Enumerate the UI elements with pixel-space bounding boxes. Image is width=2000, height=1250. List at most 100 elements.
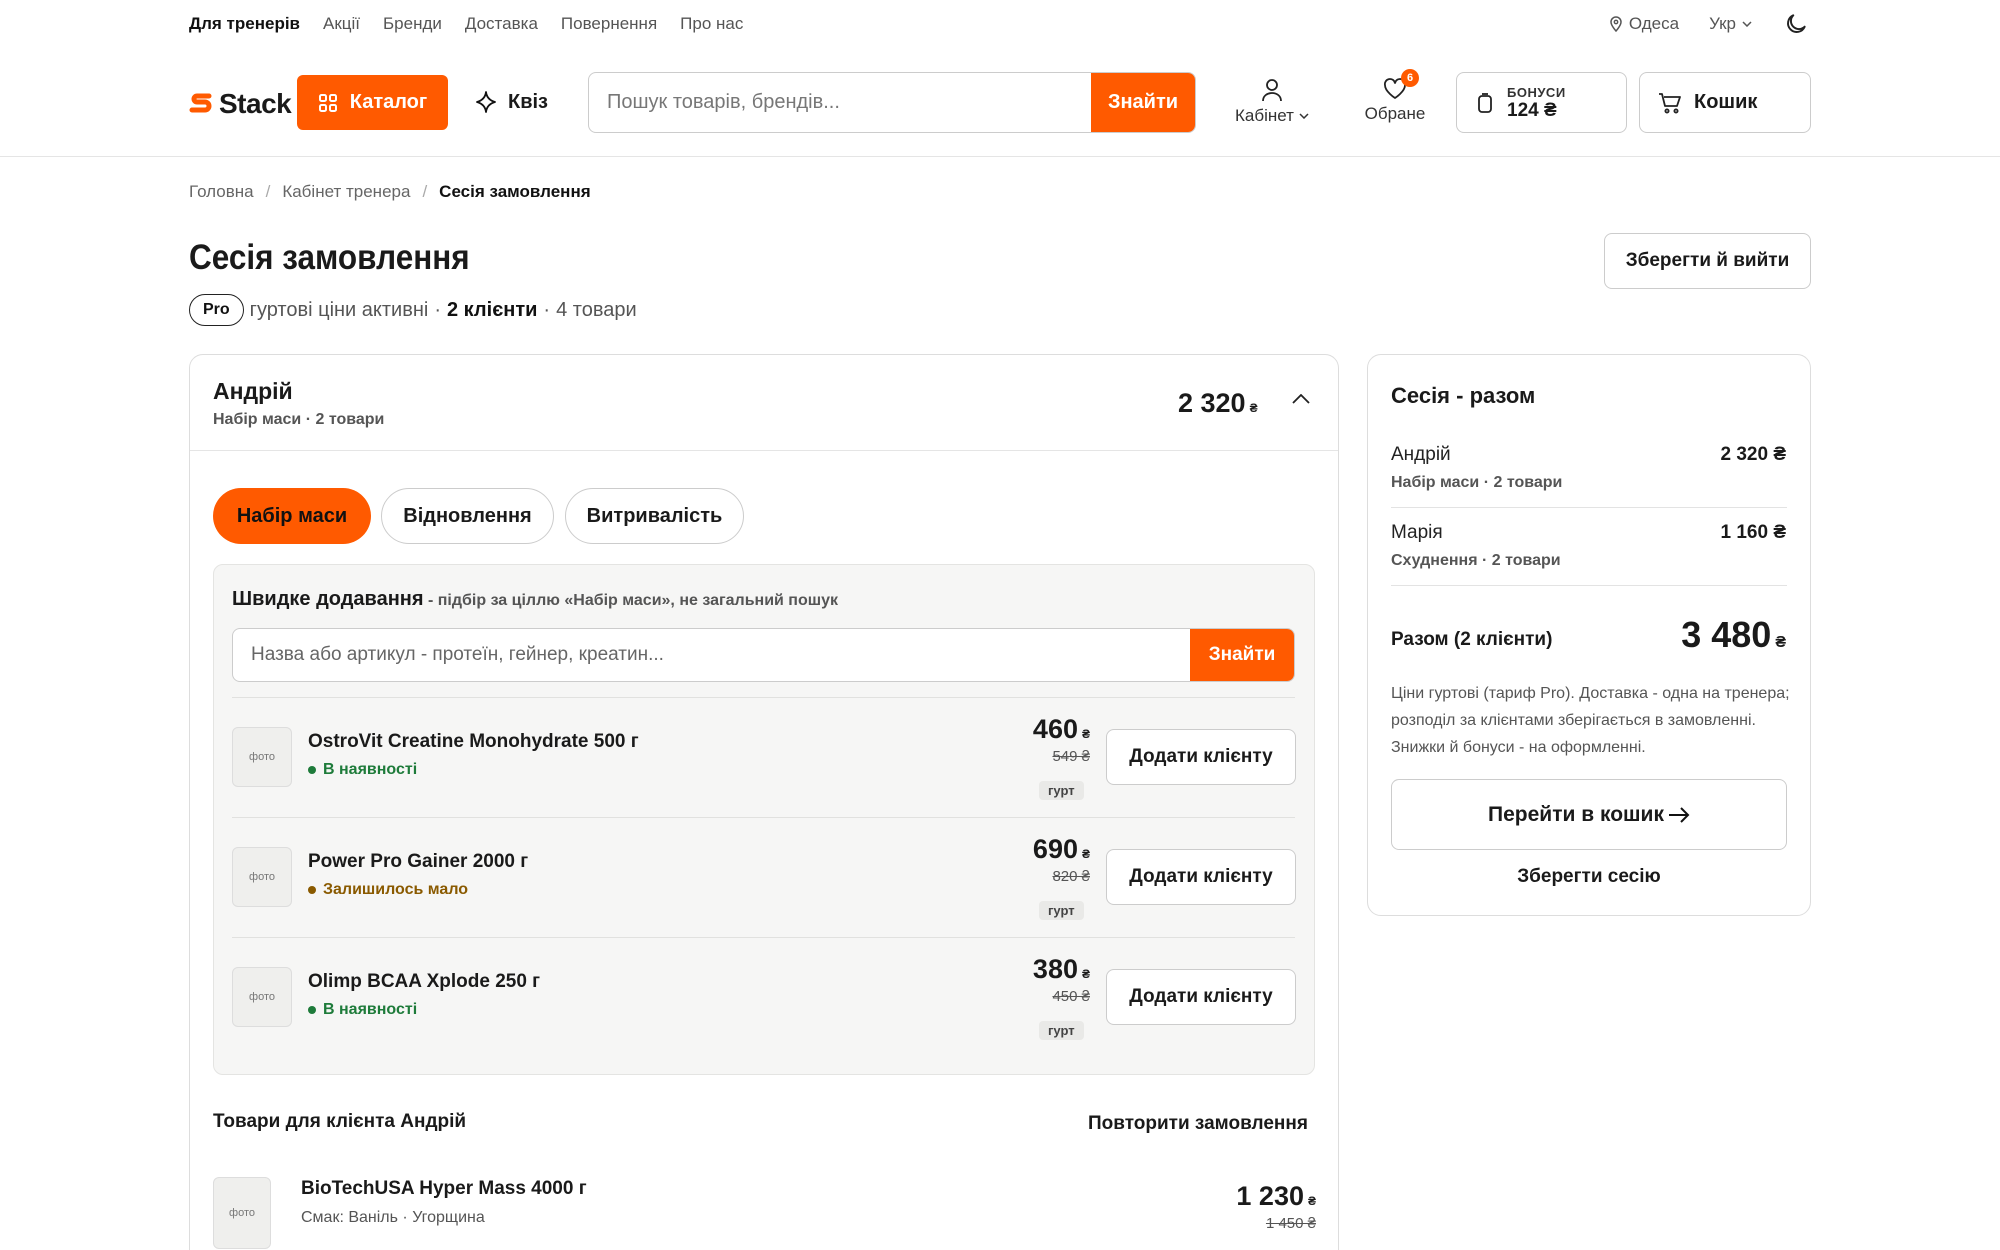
cart-button[interactable]: Кошик	[1639, 72, 1811, 133]
stock-dot	[308, 1006, 316, 1014]
top-right: Одеса Укр	[1609, 14, 1752, 34]
language-label: Укр	[1709, 14, 1736, 33]
total-value: 3 480 ₴	[1681, 614, 1786, 656]
grid-icon	[318, 93, 338, 113]
logo-text: Stack	[219, 88, 292, 119]
product-price: 460 ₴	[1033, 714, 1090, 745]
header-search: Знайти	[588, 72, 1196, 133]
separator-dot: ·	[434, 298, 441, 321]
client-total-value: 2 320	[1178, 388, 1246, 418]
summary-client-name: Андрій	[1391, 444, 1451, 465]
add-to-client-button[interactable]: Додати клієнту	[1106, 849, 1296, 905]
currency-sign: ₴	[1081, 967, 1090, 981]
stock-label: В наявності	[323, 1001, 418, 1018]
nav-delivery[interactable]: Доставка	[465, 14, 538, 36]
quick-add-heading: Швидке додавання	[232, 588, 424, 610]
cabinet-button[interactable]: Кабінет	[1230, 78, 1314, 126]
item-name: BioTechUSA Hyper Mass 4000 г	[301, 1178, 587, 1199]
quick-add-search: Знайти	[232, 628, 1295, 682]
city-selector[interactable]: Одеса	[1609, 14, 1679, 34]
quick-add-title: Швидке додавання - підбір за ціллю «Набі…	[232, 588, 838, 611]
summary-client-sub: Схуднення · 2 товари	[1391, 552, 1561, 569]
stock-label: Залишилось мало	[323, 881, 469, 898]
session-status: Pro гуртові ціни активні · 2 клієнти · 4…	[189, 294, 637, 326]
sparkle-icon	[474, 90, 498, 114]
nav-returns[interactable]: Повернення	[561, 14, 657, 36]
chevron-down-icon	[1742, 21, 1752, 27]
quiz-button[interactable]: Квіз	[474, 90, 548, 114]
quiz-label: Квіз	[508, 90, 548, 113]
wholesale-badge: гурт	[1039, 1021, 1084, 1040]
search-input[interactable]	[589, 73, 1091, 132]
client-goal-summary: Набір маси · 2 товари	[213, 411, 385, 428]
logo[interactable]: Stack	[189, 88, 292, 120]
nav-promotions[interactable]: Акції	[323, 14, 360, 36]
language-selector[interactable]: Укр	[1709, 14, 1752, 34]
summary-client-total: 1 160 ₴	[1720, 522, 1787, 543]
user-icon	[1261, 78, 1283, 102]
search-button[interactable]: Знайти	[1091, 73, 1195, 132]
goal-tab-endurance[interactable]: Витривалість	[565, 488, 744, 544]
favorites-button[interactable]: 6 Обране	[1360, 69, 1430, 124]
product-price: 380 ₴	[1033, 954, 1090, 985]
favorites-label: Обране	[1364, 104, 1426, 123]
product-price-value: 690	[1032, 834, 1078, 864]
currency-sign: ₴	[1775, 634, 1786, 651]
breadcrumb-home[interactable]: Головна	[189, 182, 254, 202]
bonus-value: 124 ₴	[1507, 99, 1557, 121]
stock-status: В наявності	[308, 761, 417, 779]
save-and-exit-button[interactable]: Зберегти й вийти	[1604, 233, 1811, 289]
breadcrumb-current: Сесія замовлення	[439, 182, 591, 201]
quick-add-input[interactable]	[233, 629, 1190, 681]
favorites-count-badge: 6	[1401, 69, 1419, 87]
catalog-button[interactable]: Каталог	[297, 75, 448, 130]
repeat-order-button[interactable]: Повторити замовлення	[1088, 1113, 1308, 1135]
client-name: Андрій	[213, 378, 293, 404]
nav-for-trainers[interactable]: Для тренерів	[189, 14, 300, 36]
separator-dot: ·	[543, 298, 551, 321]
product-price-value: 380	[1032, 954, 1078, 984]
stock-dot	[308, 886, 316, 894]
bonus-button[interactable]: БОНУСИ 124 ₴	[1456, 72, 1627, 133]
nav-about[interactable]: Про нас	[680, 14, 743, 36]
clients-count: 2 клієнти	[447, 298, 538, 321]
total-label: Разом (2 клієнти)	[1391, 629, 1553, 650]
goal-tab-recovery[interactable]: Відновлення	[381, 488, 554, 544]
wallet-icon	[1477, 92, 1493, 114]
item-price: 1 230 ₴	[1236, 1181, 1316, 1212]
location-pin-icon	[1609, 16, 1623, 32]
product-thumbnail: фото	[232, 847, 292, 907]
item-old-price: 1 450 ₴	[1265, 1215, 1316, 1232]
summary-client-total: 2 320 ₴	[1720, 444, 1787, 465]
product-thumbnail: фото	[232, 727, 292, 787]
add-to-client-button[interactable]: Додати клієнту	[1106, 969, 1296, 1025]
cart-icon	[1658, 92, 1682, 114]
prices-active-text: гуртові ціни активні	[249, 298, 429, 321]
add-to-client-button[interactable]: Додати клієнту	[1106, 729, 1296, 785]
summary-title: Сесія - разом	[1391, 383, 1536, 408]
summary-client-name: Марія	[1391, 522, 1443, 543]
cart-label: Кошик	[1694, 91, 1758, 113]
breadcrumb-separator: /	[265, 182, 271, 201]
summary-divider	[1391, 585, 1787, 586]
arrow-right-icon	[1668, 806, 1690, 823]
row-divider	[232, 937, 1295, 938]
save-session-button[interactable]: Зберегти сесію	[1391, 866, 1787, 888]
theme-toggle-moon-icon[interactable]	[1783, 11, 1809, 37]
collapse-chevron-up-icon[interactable]	[1292, 394, 1310, 404]
breadcrumb-trainer-cabinet[interactable]: Кабінет тренера	[282, 182, 410, 202]
row-divider	[232, 697, 1295, 698]
stock-status: В наявності	[308, 1001, 417, 1019]
cabinet-label: Кабінет	[1235, 106, 1294, 125]
nav-brands[interactable]: Бренди	[383, 14, 442, 36]
go-to-cart-button[interactable]: Перейти в кошик	[1391, 779, 1787, 850]
pricing-note: Ціни гуртові (тариф Pro). Доставка - одн…	[1391, 685, 1790, 756]
goal-tab-mass[interactable]: Набір маси	[213, 488, 371, 544]
breadcrumb-separator: /	[422, 182, 428, 201]
stock-dot	[308, 766, 316, 774]
wholesale-badge: гурт	[1039, 901, 1084, 920]
stock-status: Залишилось мало	[308, 881, 468, 899]
quick-add-search-button[interactable]: Знайти	[1190, 629, 1294, 681]
row-divider	[232, 817, 1295, 818]
summary-divider	[1391, 507, 1787, 508]
